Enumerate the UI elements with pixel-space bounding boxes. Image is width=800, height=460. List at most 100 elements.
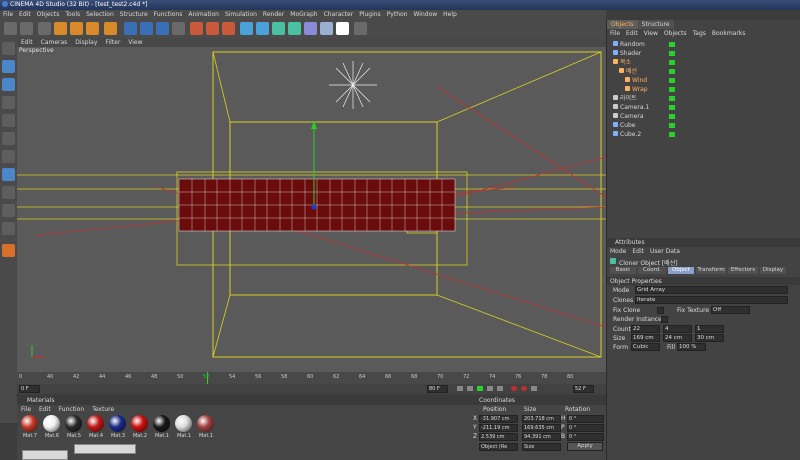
menu-simulation[interactable]: Simulation [222, 10, 260, 20]
material-menu-edit[interactable]: Edit [35, 405, 55, 414]
edges-mode-icon[interactable] [2, 132, 15, 145]
fix-texture-select[interactable]: Off [711, 306, 750, 314]
play-icon[interactable] [477, 386, 483, 391]
count-y-field[interactable]: 4 [663, 325, 692, 333]
position-z-field[interactable]: 2.539 cm [479, 433, 518, 441]
scale-tool-icon[interactable] [70, 22, 83, 35]
subdivision-surface-icon[interactable] [272, 22, 285, 35]
step-forward-icon[interactable] [487, 386, 493, 391]
material-swatch[interactable] [153, 415, 170, 432]
render-instances-checkbox[interactable] [661, 316, 668, 323]
menu-functions[interactable]: Functions [151, 10, 186, 20]
autokey-icon[interactable] [521, 386, 527, 391]
tab-effectors[interactable]: Effectors [728, 267, 758, 274]
visibility-check-icon[interactable] [669, 105, 675, 110]
object-row[interactable]: Cube [607, 121, 800, 130]
menu-structure[interactable]: Structure [117, 10, 151, 20]
objmgr-menu-view[interactable]: View [641, 29, 661, 38]
objmgr-menu-bookmarks[interactable]: Bookmarks [709, 29, 749, 38]
visibility-check-icon[interactable] [669, 42, 675, 47]
menu-tools[interactable]: Tools [62, 10, 83, 20]
visibility-check-icon[interactable] [669, 69, 675, 74]
model-mode-icon[interactable] [2, 60, 15, 73]
keyframe-selection-icon[interactable] [531, 386, 537, 391]
object-row[interactable]: Shader [607, 49, 800, 58]
tweak-mode-icon[interactable] [2, 186, 15, 199]
material-menu-texture[interactable]: Texture [88, 405, 118, 414]
record-icon[interactable] [511, 386, 517, 391]
menu-render[interactable]: Render [260, 10, 287, 20]
deformer-icon[interactable] [304, 22, 317, 35]
menu-python[interactable]: Python [384, 10, 411, 20]
menu-plugins[interactable]: Plugins [356, 10, 384, 20]
tab-structure[interactable]: Structure [637, 20, 674, 29]
attr-menu-user-data[interactable]: User Data [647, 247, 683, 256]
viewport-menu-filter[interactable]: Filter [101, 38, 124, 47]
object-row[interactable]: Wind [607, 76, 800, 85]
visibility-check-icon[interactable] [669, 123, 675, 128]
camera-icon[interactable] [354, 22, 367, 35]
material-menu-function[interactable]: Function [55, 405, 89, 414]
points-mode-icon[interactable] [2, 114, 15, 127]
material-swatch[interactable] [65, 415, 82, 432]
texture-mode-icon[interactable] [2, 96, 15, 109]
visibility-check-icon[interactable] [669, 132, 675, 137]
rotation-b-field[interactable]: 0 ° [567, 433, 604, 441]
tab-basic[interactable]: Basic [610, 267, 636, 274]
object-row[interactable]: Camera.1 [607, 103, 800, 112]
make-editable-icon[interactable] [2, 42, 15, 55]
material-menu-file[interactable]: File [17, 405, 35, 414]
minimized-window[interactable] [74, 444, 136, 454]
material-swatch[interactable] [87, 415, 104, 432]
material-swatch[interactable] [21, 415, 38, 432]
objmgr-menu-file[interactable]: File [607, 29, 623, 38]
rotation-h-field[interactable]: 0 ° [567, 415, 604, 423]
minimized-window[interactable] [22, 450, 68, 460]
object-row[interactable]: Random [607, 40, 800, 49]
viewport-menu-edit[interactable]: Edit [17, 38, 37, 47]
scene-floor-icon[interactable] [320, 22, 333, 35]
size-y-field[interactable]: 24 cm [663, 334, 692, 342]
size-z-field[interactable]: 30 cm [695, 334, 724, 342]
object-row[interactable]: Cube.2 [607, 130, 800, 139]
object-mode-icon[interactable] [2, 78, 15, 91]
menu-mograph[interactable]: MoGraph [287, 10, 320, 20]
spline-pen-icon[interactable] [256, 22, 269, 35]
render-view-icon[interactable] [190, 22, 203, 35]
mode-select[interactable]: Grid Array [635, 286, 788, 294]
object-row[interactable]: Camera [607, 112, 800, 121]
coordinate-system-icon[interactable] [172, 22, 185, 35]
menu-selection[interactable]: Selection [83, 10, 117, 20]
add-object-icon[interactable] [104, 22, 117, 35]
position-y-field[interactable]: -211.19 cm [479, 424, 518, 432]
size-mode-select[interactable]: Size [522, 443, 561, 451]
menu-character[interactable]: Character [321, 10, 357, 20]
light-icon[interactable] [336, 22, 349, 35]
menu-window[interactable]: Window [411, 10, 441, 20]
material-swatch[interactable] [131, 415, 148, 432]
go-to-end-icon[interactable] [497, 386, 503, 391]
fill-field[interactable]: 100 % [677, 343, 706, 351]
rotate-tool-icon[interactable] [86, 22, 99, 35]
cube-primitive-icon[interactable] [240, 22, 253, 35]
visibility-check-icon[interactable] [669, 51, 675, 56]
axis-mode-icon[interactable] [2, 168, 15, 181]
viewport-menu-cameras[interactable]: Cameras [37, 38, 72, 47]
menu-help[interactable]: Help [440, 10, 460, 20]
position-x-field[interactable]: -31.907 cm [479, 415, 518, 423]
move-tool-icon[interactable] [54, 22, 67, 35]
visibility-check-icon[interactable] [669, 96, 675, 101]
apply-button[interactable]: Apply [567, 442, 603, 451]
menu-edit[interactable]: Edit [16, 10, 34, 20]
material-swatch[interactable] [197, 415, 214, 432]
material-swatch[interactable] [109, 415, 126, 432]
axis-gizmo-center[interactable] [311, 204, 317, 210]
start-frame-field[interactable]: 0 F [19, 385, 40, 393]
clones-select[interactable]: Iterate [635, 296, 788, 304]
end-frame-field[interactable]: 80 F [427, 385, 448, 393]
mograph-cloner-icon[interactable] [288, 22, 301, 35]
count-z-field[interactable]: 1 [695, 325, 724, 333]
snap-icon[interactable] [2, 204, 15, 217]
object-row[interactable]: Wrap [607, 85, 800, 94]
x-axis-icon[interactable] [124, 22, 137, 35]
